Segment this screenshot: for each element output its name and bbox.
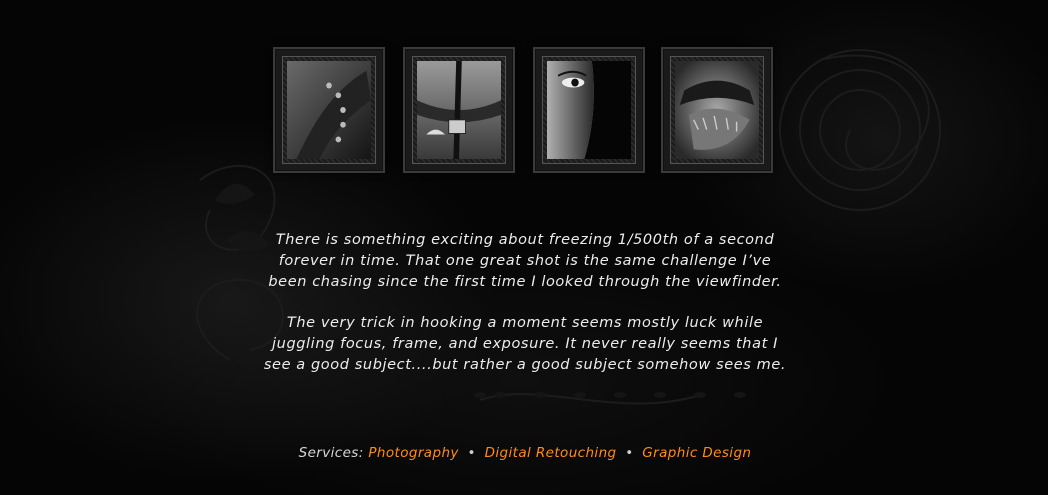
- intro-line: There is something exciting about freezi…: [275, 232, 775, 248]
- intro-line: forever in time. That one great shot is …: [278, 253, 772, 269]
- intro-line: been chasing since the first time I look…: [268, 274, 782, 290]
- service-link-digital-retouching[interactable]: Digital Retouching: [485, 445, 617, 461]
- photo-frame-1[interactable]: [273, 47, 385, 173]
- half-face-eye-photo-icon: [547, 61, 631, 159]
- photo-gallery: [273, 47, 778, 175]
- intro-paragraph-2: The very trick in hooking a moment seems…: [230, 313, 820, 376]
- intro-line: see a good subject....but rather a good …: [263, 357, 787, 373]
- intro-line: juggling focus, frame, and exposure. It …: [272, 336, 778, 352]
- fur-boot-photo-icon: [675, 61, 759, 159]
- intro-text: There is something exciting about freezi…: [230, 230, 820, 396]
- photo-frame-2[interactable]: [403, 47, 515, 173]
- zipper-mouth-photo-icon: [417, 61, 501, 159]
- services-bar: Services: Photography • Digital Retouchi…: [230, 445, 820, 461]
- photo-frame-3[interactable]: [533, 47, 645, 173]
- photo-frame-4[interactable]: [661, 47, 773, 173]
- intro-line: The very trick in hooking a moment seems…: [286, 315, 764, 331]
- services-label: Services:: [298, 445, 364, 461]
- separator-dot: •: [625, 445, 634, 461]
- leather-strap-photo-icon: [287, 61, 371, 159]
- intro-paragraph-1: There is something exciting about freezi…: [230, 230, 820, 293]
- service-link-photography[interactable]: Photography: [368, 445, 458, 461]
- service-link-graphic-design[interactable]: Graphic Design: [642, 445, 751, 461]
- separator-dot: •: [467, 445, 476, 461]
